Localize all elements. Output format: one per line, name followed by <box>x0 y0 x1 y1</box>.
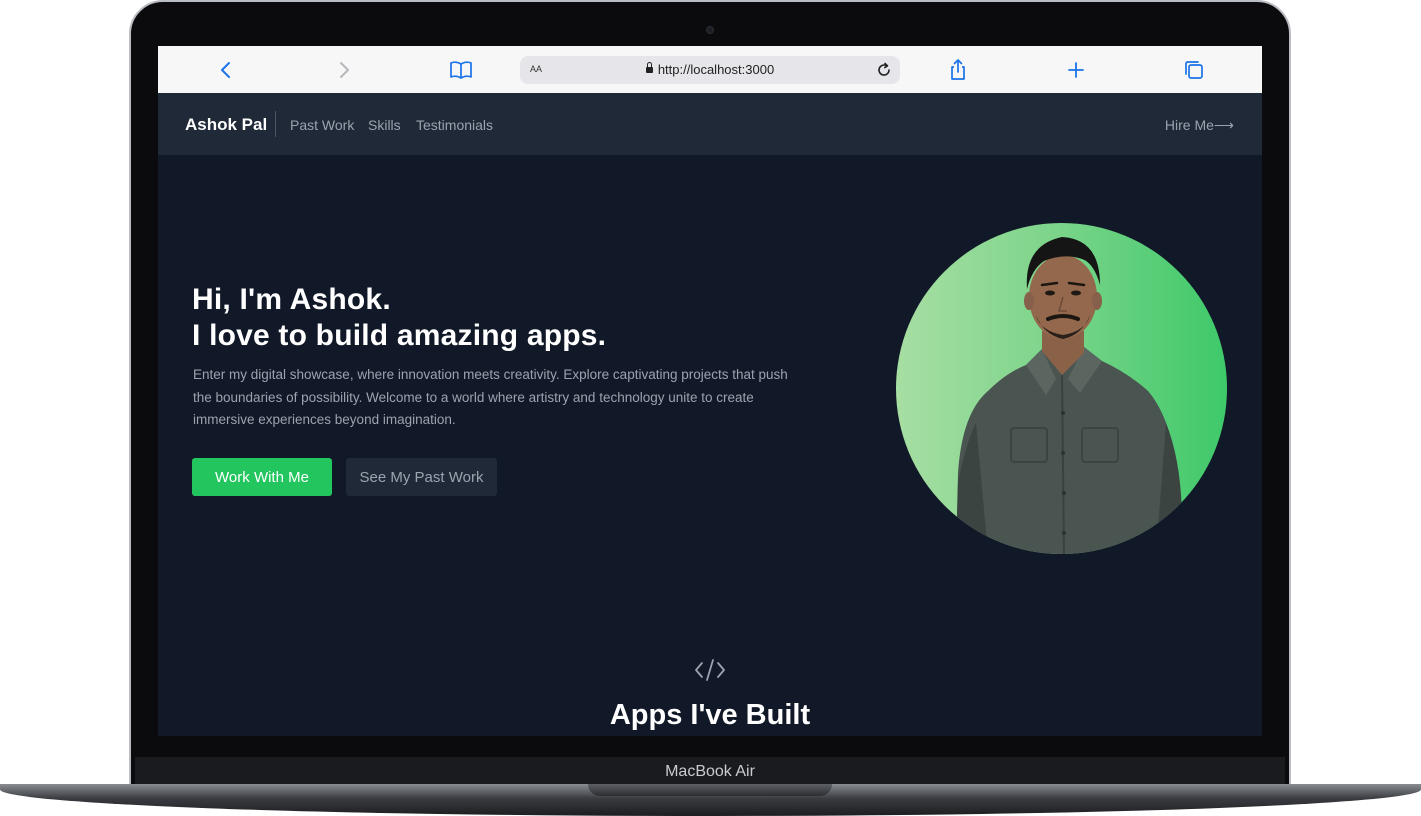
work-with-me-button[interactable]: Work With Me <box>192 458 332 496</box>
hero-description: Enter my digital showcase, where innovat… <box>193 364 813 432</box>
device-model-label: MacBook Air <box>665 763 755 780</box>
profile-photo <box>896 223 1227 554</box>
hero-title-line-1: Hi, I'm Ashok. <box>192 283 391 316</box>
hero-title: Hi, I'm Ashok. I love to build amazing a… <box>192 282 606 354</box>
nav-link-testimonials[interactable]: Testimonials <box>416 117 493 133</box>
camera <box>707 27 713 33</box>
hero-description-line-1: Enter my digital showcase, where innovat… <box>193 367 788 382</box>
url-display: http://localhost:3000 <box>520 62 900 77</box>
nav-link-skills[interactable]: Skills <box>368 117 401 133</box>
person-illustration <box>956 237 1186 554</box>
apps-section-title: Apps I've Built <box>609 699 811 731</box>
laptop-chin: MacBook Air <box>135 757 1285 785</box>
address-bar[interactable]: AA http://localhost:3000 <box>520 56 900 84</box>
tabs-icon[interactable] <box>1180 56 1208 84</box>
browser-toolbar: AA http://localhost:3000 <box>158 46 1262 94</box>
nav-divider <box>275 111 276 137</box>
brand-logo[interactable]: Ashok Pal <box>185 115 267 135</box>
book-icon[interactable] <box>447 56 475 84</box>
hire-me-link[interactable]: Hire Me⟶ <box>1165 117 1234 134</box>
laptop-notch <box>588 784 832 796</box>
lock-icon <box>645 62 653 73</box>
code-icon <box>693 657 727 683</box>
screen: AA http://localhost:3000 Ashok Pal Past … <box>158 46 1262 736</box>
site-nav: Ashok Pal Past Work Skills Testimonials … <box>158 93 1262 155</box>
nav-link-past-work[interactable]: Past Work <box>290 117 354 133</box>
url-text: http://localhost:3000 <box>657 62 775 77</box>
hero-description-line-2: the boundaries of possibility. Welcome t… <box>193 389 754 405</box>
chevron-right-icon[interactable] <box>330 56 358 84</box>
see-past-work-button[interactable]: See My Past Work <box>346 458 497 496</box>
hero-title-line-2: I love to build amazing apps. <box>192 319 607 352</box>
hero-description-line-3: immersive experiences beyond imagination… <box>193 412 456 427</box>
plus-icon[interactable] <box>1062 56 1090 84</box>
share-icon[interactable] <box>944 56 972 84</box>
reload-icon[interactable] <box>874 60 894 80</box>
chevron-left-icon[interactable] <box>212 56 240 84</box>
